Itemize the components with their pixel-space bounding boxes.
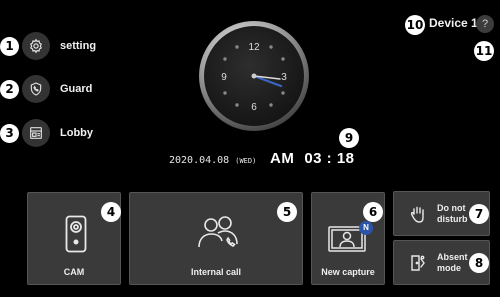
callout-badge-9: 9 — [339, 128, 359, 148]
lobby-panel-icon — [22, 119, 50, 147]
cam-label: CAM — [63, 267, 85, 277]
time-display: AM 03 : 18 — [270, 150, 355, 167]
callout-badge-8: 8 — [469, 253, 489, 273]
absent-mode-label-line2: mode — [437, 262, 462, 273]
date-text: 2020.04.08 — [169, 155, 230, 166]
callout-badge-11: 11 — [474, 41, 494, 61]
sidebar-item-label: Guard — [60, 83, 93, 95]
do-not-disturb-button[interactable]: Do not disturb 7 — [393, 191, 490, 236]
do-not-disturb-label-line1: Do not — [437, 202, 466, 213]
cam-button[interactable]: 4 CAM — [27, 192, 121, 285]
callout-badge-7: 7 — [469, 204, 489, 224]
doorbell-camera-icon — [65, 215, 87, 258]
callout-badge-6: 6 — [363, 202, 383, 222]
clock-numeral-3: 3 — [281, 72, 287, 83]
do-not-disturb-label-line2: disturb — [437, 213, 468, 224]
gear-icon — [22, 32, 50, 60]
hand-icon — [408, 204, 428, 224]
new-indicator-badge: N — [359, 221, 373, 235]
sidebar-item-label: Lobby — [60, 127, 93, 139]
time-text: 03 : 18 — [304, 150, 355, 167]
internal-call-label: Internal call — [190, 267, 242, 277]
do-not-disturb-label: Do not disturb — [437, 203, 468, 225]
internal-call-button[interactable]: 5 Internal call — [129, 192, 303, 285]
sidebar-item-label: setting — [60, 40, 97, 52]
callout-badge-3: 3 — [0, 124, 19, 143]
callout-badge-1: 1 — [0, 37, 19, 56]
help-button[interactable]: ? — [476, 15, 494, 33]
door-exit-icon — [408, 253, 428, 273]
callout-badge-5: 5 — [277, 202, 297, 222]
callout-badge-10: 10 — [405, 15, 425, 35]
shield-phone-icon — [22, 75, 50, 103]
device-name[interactable]: Device 1 — [429, 16, 478, 30]
sidebar-item-lobby[interactable]: Lobby — [22, 119, 93, 147]
callout-badge-2: 2 — [0, 80, 19, 99]
absent-mode-label: Absent mode — [437, 252, 468, 274]
clock-numeral-9: 9 — [221, 72, 227, 83]
clock-numeral-12: 12 — [248, 42, 260, 53]
clock-numeral-6: 6 — [251, 102, 257, 113]
sidebar-item-setting[interactable]: setting — [22, 32, 96, 60]
analog-clock: 12 3 6 9 — [198, 20, 310, 132]
absent-mode-button[interactable]: Absent mode 8 — [393, 240, 490, 285]
new-capture-label: New capture — [321, 267, 375, 277]
date-display: 2020.04.08 (WED) — [169, 155, 256, 166]
ampm-text: AM — [270, 150, 295, 167]
weekday-text: (WED) — [235, 157, 257, 165]
new-capture-button[interactable]: 6 N New capture — [311, 192, 385, 285]
absent-mode-label-line1: Absent — [437, 251, 468, 262]
people-call-icon — [196, 213, 242, 258]
sidebar-item-guard[interactable]: Guard — [22, 75, 92, 103]
callout-badge-4: 4 — [101, 202, 121, 222]
